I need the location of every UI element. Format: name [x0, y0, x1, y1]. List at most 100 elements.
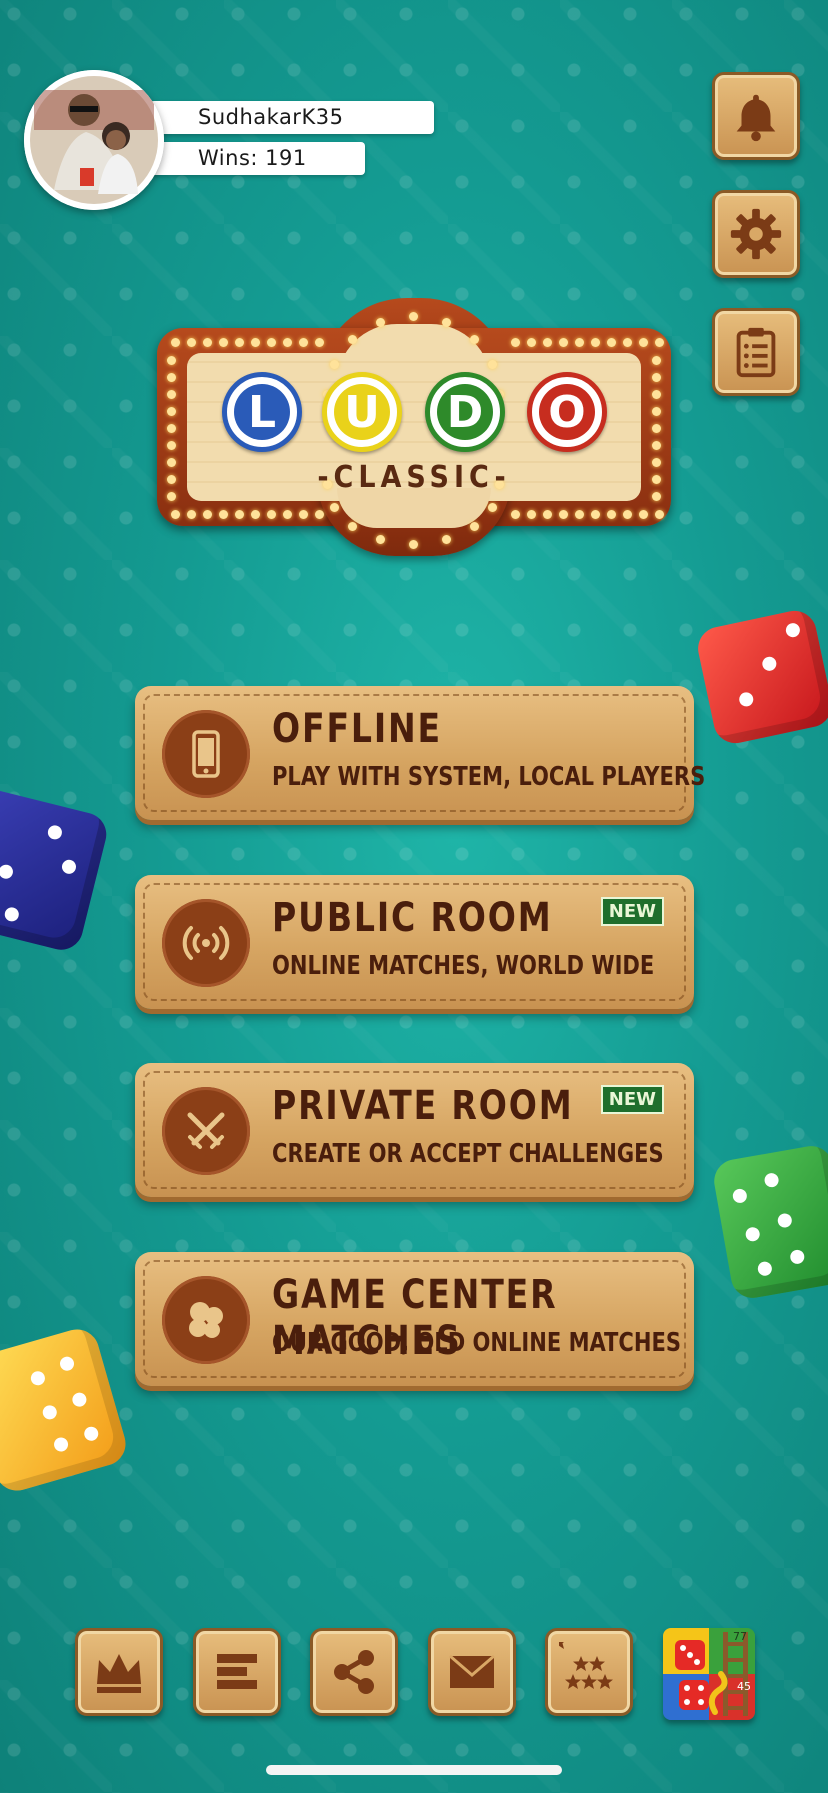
marquee-bulb: [559, 338, 568, 347]
marquee-bulb: [219, 510, 228, 519]
marquee-bulb: [559, 510, 568, 519]
marquee-bulb: [235, 338, 244, 347]
public-room-button[interactable]: PUBLIC ROOM ONLINE MATCHES, WORLD WIDE N…: [135, 875, 694, 1009]
marquee-bulb: [376, 317, 386, 327]
marquee-bulb: [203, 510, 212, 519]
marquee-bulb: [607, 510, 616, 519]
promo-number-bottom: 45: [737, 1680, 751, 1693]
username-text: SudhakarK35: [198, 105, 344, 129]
gear-icon: [730, 208, 782, 260]
broadcast-icon: [162, 899, 250, 987]
marquee-bulb: [409, 312, 418, 321]
marquee-bulb: [167, 356, 176, 365]
private-room-button[interactable]: PRIVATE ROOM CREATE OR ACCEPT CHALLENGES…: [135, 1063, 694, 1197]
marquee-bulb: [167, 373, 176, 382]
marquee-bulb: [251, 510, 260, 519]
game-center-button[interactable]: GAME CENTER MATCHES OUR GOOD, OLD ONLINE…: [135, 1252, 694, 1386]
marquee-bulb: [469, 334, 479, 344]
marquee-bulb: [267, 510, 276, 519]
snakes-ladders-app-icon[interactable]: 77 45: [663, 1628, 755, 1720]
marquee-bulb: [167, 390, 176, 399]
marquee-bulb: [527, 510, 536, 519]
marquee-bulb: [171, 338, 180, 347]
marquee-bulb: [283, 510, 292, 519]
share-icon: [334, 1650, 374, 1694]
offline-subtitle: PLAY WITH SYSTEM, LOCAL PLAYERS: [272, 762, 706, 792]
marquee-bulb: [167, 407, 176, 416]
marquee-bulb: [187, 510, 196, 519]
new-badge: NEW: [600, 1085, 664, 1114]
mail-button[interactable]: [428, 1628, 516, 1716]
username-bar: SudhakarK35: [150, 101, 434, 134]
marquee-bulb: [315, 338, 324, 347]
marquee-bulb: [511, 510, 520, 519]
public-room-title: PUBLIC ROOM: [272, 895, 553, 941]
avatar-photo: [24, 70, 164, 210]
marquee-bulb: [329, 502, 339, 512]
marquee-bulb: [171, 510, 180, 519]
clipboard-button[interactable]: [712, 308, 800, 396]
offline-title: OFFLINE: [272, 706, 442, 752]
marquee-bulb: [267, 338, 276, 347]
marquee-bulb: [655, 338, 664, 347]
private-room-title: PRIVATE ROOM: [272, 1083, 574, 1129]
rate-button[interactable]: [545, 1628, 633, 1716]
marquee-bulb: [219, 338, 228, 347]
marquee-bulb: [187, 338, 196, 347]
avatar[interactable]: [24, 70, 164, 210]
marquee-bulb: [329, 360, 339, 370]
red-die: [694, 606, 828, 748]
home-indicator[interactable]: [266, 1765, 562, 1775]
stars-icon: [559, 1642, 613, 1689]
clipboard-list-icon: [736, 327, 776, 378]
marquee-bulb: [639, 338, 648, 347]
marquee-bulb: [652, 373, 661, 382]
settings-button[interactable]: [712, 190, 800, 278]
leaderboard-button[interactable]: [75, 1628, 163, 1716]
marquee-bulb: [607, 338, 616, 347]
notifications-button[interactable]: [712, 72, 800, 160]
marquee-bulb: [623, 510, 632, 519]
marquee-bulb: [235, 510, 244, 519]
marquee-bulb: [652, 424, 661, 433]
marquee-bulb: [591, 338, 600, 347]
game-center-subtitle: OUR GOOD, OLD ONLINE MATCHES: [272, 1328, 681, 1358]
game-center-icon: [162, 1276, 250, 1364]
marquee-bulb: [639, 510, 648, 519]
marquee-bulb: [575, 510, 584, 519]
bell-icon: [736, 94, 776, 142]
public-room-subtitle: ONLINE MATCHES, WORLD WIDE: [272, 951, 655, 981]
marquee-bulb: [527, 338, 536, 347]
stats-button[interactable]: [193, 1628, 281, 1716]
marquee-bulb: [652, 441, 661, 450]
marquee-bulb: [299, 338, 308, 347]
logo-letter-o: O: [527, 372, 607, 452]
marquee-bulb: [203, 338, 212, 347]
marquee-bulb: [251, 338, 260, 347]
marquee-bulb: [655, 510, 664, 519]
bars-icon: [217, 1654, 257, 1689]
share-button[interactable]: [310, 1628, 398, 1716]
wins-text: Wins: 191: [198, 146, 307, 170]
marquee-bulb: [299, 510, 308, 519]
marquee-bulb: [575, 338, 584, 347]
offline-button[interactable]: OFFLINE PLAY WITH SYSTEM, LOCAL PLAYERS: [135, 686, 705, 820]
marquee-bulb: [441, 317, 451, 327]
logo-letter-u: U: [322, 372, 402, 452]
crown-icon: [97, 1654, 141, 1693]
marquee-bulb: [283, 338, 292, 347]
marquee-bulb: [543, 510, 552, 519]
promo-number-top: 77: [733, 1630, 747, 1643]
marquee-bulb: [652, 407, 661, 416]
wins-bar: Wins: 191: [150, 142, 365, 175]
marquee-bulb: [652, 356, 661, 365]
marquee-bulb: [591, 510, 600, 519]
marquee-bulb: [652, 390, 661, 399]
marquee-bulb: [167, 441, 176, 450]
private-room-subtitle: CREATE OR ACCEPT CHALLENGES: [272, 1139, 664, 1169]
marquee-bulb: [167, 424, 176, 433]
marquee-bulb: [623, 338, 632, 347]
crossed-swords-icon: [162, 1087, 250, 1175]
envelope-icon: [449, 1654, 495, 1688]
marquee-bulb: [315, 510, 324, 519]
